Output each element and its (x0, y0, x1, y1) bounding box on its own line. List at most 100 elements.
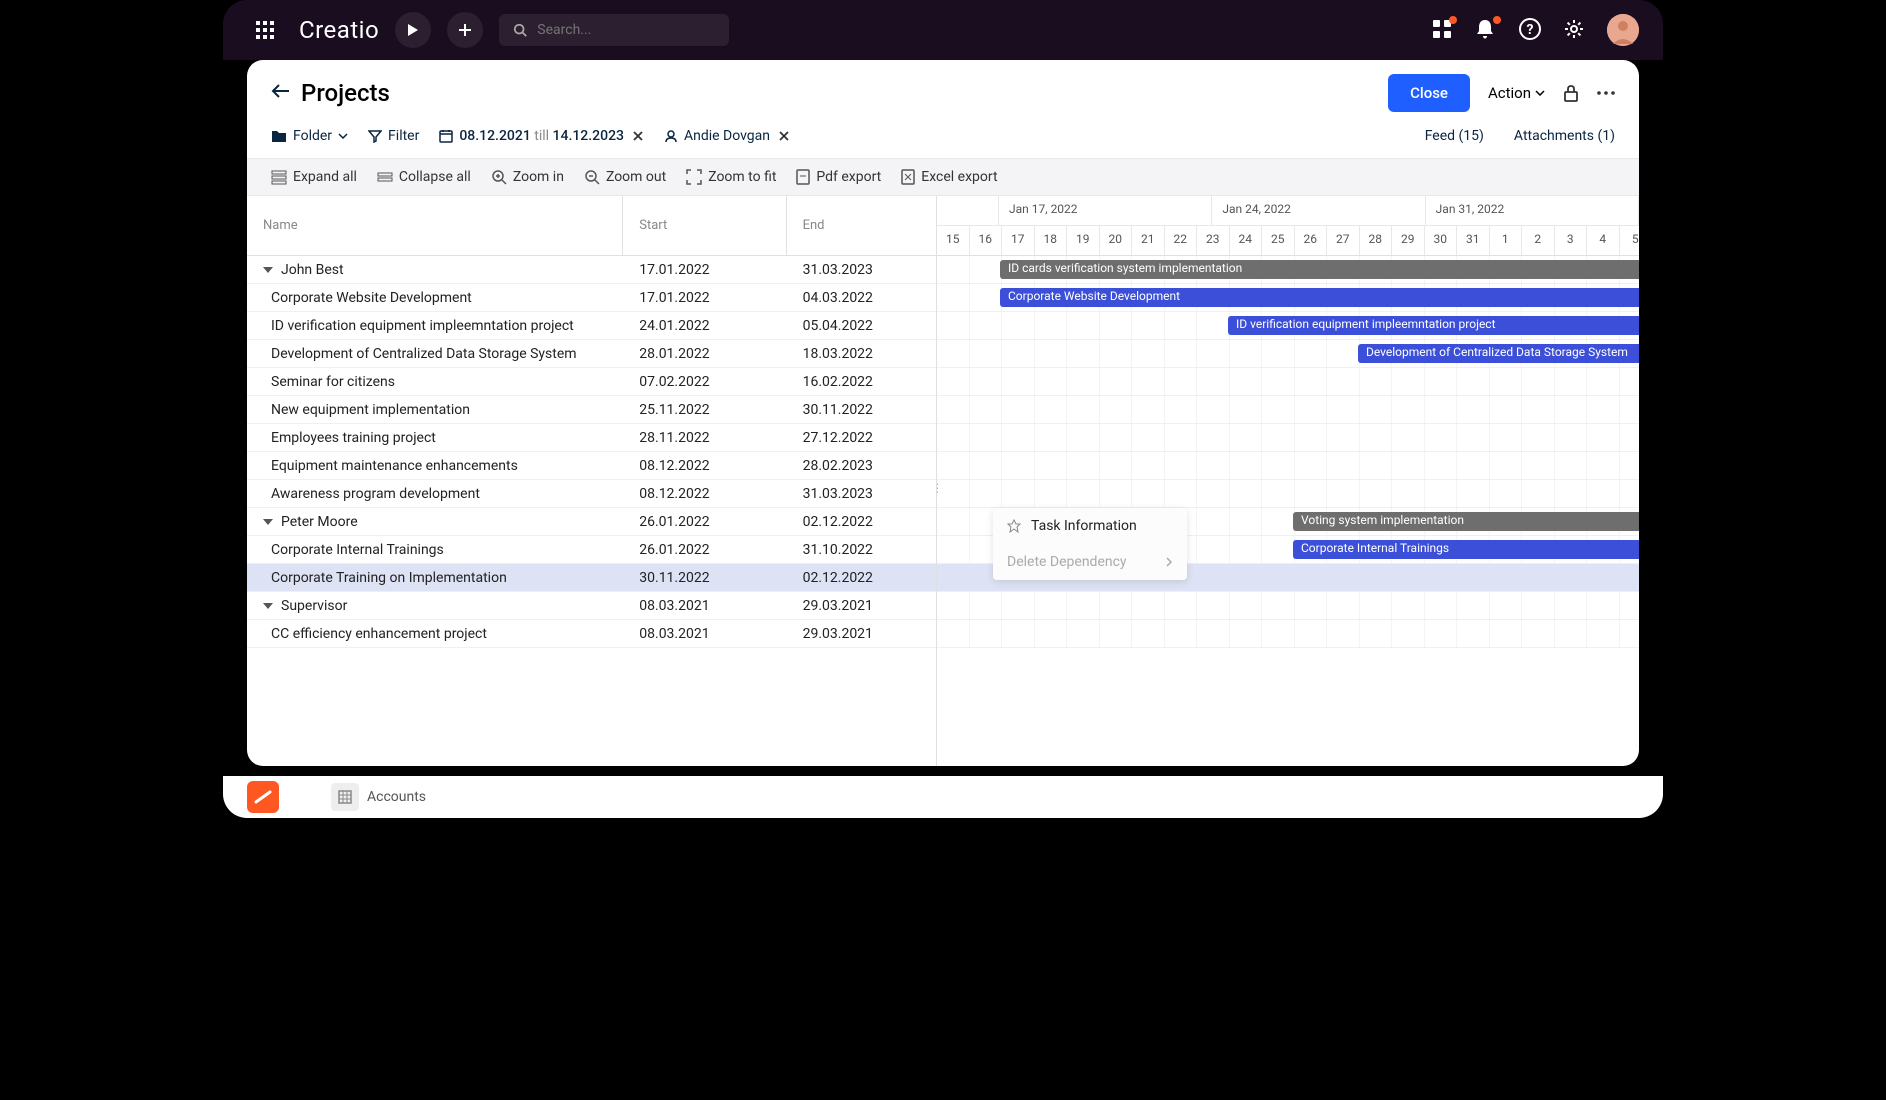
search-input[interactable] (499, 14, 729, 46)
table-row[interactable]: New equipment implementation25.11.202230… (247, 396, 936, 424)
owner-filter-chip[interactable]: Andie Dovgan (664, 128, 790, 144)
table-row[interactable]: Corporate Website Development17.01.20220… (247, 284, 936, 312)
table-row[interactable]: Corporate Training on Implementation30.1… (247, 564, 936, 592)
table-row[interactable]: Seminar for citizens07.02.202216.02.2022 (247, 368, 936, 396)
row-start: 17.01.2022 (623, 262, 786, 278)
play-button[interactable] (395, 12, 431, 48)
row-end: 16.02.2022 (787, 374, 936, 390)
help-icon[interactable]: ? (1519, 18, 1543, 42)
day-header: 24 (1230, 226, 1263, 256)
chevron-down-icon[interactable] (263, 267, 273, 273)
row-start: 08.12.2022 (623, 486, 786, 502)
back-arrow-icon[interactable] (271, 83, 291, 103)
table-row[interactable]: Peter Moore26.01.202202.12.2022 (247, 508, 936, 536)
date-filter-chip[interactable]: 08.12.2021 till 14.12.2023 (439, 128, 644, 144)
attachments-link[interactable]: Attachments (1) (1514, 128, 1615, 144)
table-row[interactable]: Corporate Internal Trainings26.01.202231… (247, 536, 936, 564)
day-header: 27 (1327, 226, 1360, 256)
pdf-export-button[interactable]: Pdf export (796, 169, 881, 185)
gantt-row: ID cards verification system implementat… (937, 256, 1639, 284)
action-dropdown[interactable]: Action (1488, 84, 1545, 102)
chevron-down-icon[interactable] (263, 603, 273, 609)
gantt-bar[interactable]: Corporate Internal Trainings (1293, 540, 1639, 559)
home-dock-icon[interactable] (247, 781, 279, 813)
table-row[interactable]: Employees training project28.11.202227.1… (247, 424, 936, 452)
lock-icon[interactable] (1563, 84, 1579, 102)
user-avatar[interactable] (1607, 14, 1639, 46)
more-icon[interactable] (1597, 91, 1615, 95)
table-row[interactable]: Awareness program development08.12.20223… (247, 480, 936, 508)
notifications-icon[interactable] (1475, 18, 1499, 42)
gantt-row (937, 452, 1639, 480)
day-header: 23 (1197, 226, 1230, 256)
expand-all-button[interactable]: Expand all (271, 169, 357, 185)
row-start: 28.01.2022 (623, 346, 786, 362)
table-row[interactable]: CC efficiency enhancement project08.03.2… (247, 620, 936, 648)
gantt-row: Development of Centralized Data Storage … (937, 340, 1639, 368)
row-name: Employees training project (271, 430, 436, 446)
logo: Creatio (299, 16, 379, 44)
clear-date-filter-icon[interactable] (632, 130, 644, 142)
row-name: Awareness program development (271, 486, 480, 502)
table-row[interactable]: ID verification equipment impleemntation… (247, 312, 936, 340)
gantt-bar[interactable]: ID verification equipment impleemntation… (1228, 316, 1639, 335)
chevron-down-icon[interactable] (263, 519, 273, 525)
table-row[interactable]: Development of Centralized Data Storage … (247, 340, 936, 368)
day-header: 30 (1425, 226, 1458, 256)
app-launcher-icon[interactable] (247, 12, 283, 48)
row-name: ID verification equipment impleemntation… (271, 318, 574, 334)
column-header-start: Start (623, 196, 786, 255)
gantt-bar[interactable]: ID cards verification system implementat… (1000, 260, 1639, 279)
gantt-bar[interactable]: Voting system implementation (1293, 512, 1639, 531)
row-start: 07.02.2022 (623, 374, 786, 390)
row-name: Supervisor (281, 598, 347, 614)
accounts-dock-icon (331, 783, 359, 811)
week-header: Jan 24, 2022 (1212, 196, 1425, 226)
gantt-bar[interactable]: Corporate Website Development (1000, 288, 1639, 307)
row-name: New equipment implementation (271, 402, 470, 418)
day-header: 15 (937, 226, 970, 256)
gantt-bar[interactable]: Development of Centralized Data Storage … (1358, 344, 1639, 363)
zoom-in-button[interactable]: Zoom in (491, 169, 564, 185)
clear-owner-filter-icon[interactable] (778, 130, 790, 142)
table-row[interactable]: John Best17.01.202231.03.2023 (247, 256, 936, 284)
row-start: 28.11.2022 (623, 430, 786, 446)
day-header: 18 (1035, 226, 1068, 256)
filter-button[interactable]: Filter (368, 128, 419, 144)
day-header: 22 (1165, 226, 1198, 256)
column-header-end: End (787, 196, 936, 255)
row-end: 29.03.2021 (787, 626, 936, 642)
row-start: 30.11.2022 (623, 570, 786, 586)
table-row[interactable]: Supervisor08.03.202129.03.2021 (247, 592, 936, 620)
settings-icon[interactable] (1563, 18, 1587, 42)
table-row[interactable]: Equipment maintenance enhancements08.12.… (247, 452, 936, 480)
day-header: 4 (1587, 226, 1620, 256)
day-header: 16 (970, 226, 1003, 256)
gantt-row (937, 396, 1639, 424)
row-name: Corporate Website Development (271, 290, 472, 306)
task-information-menuitem[interactable]: Task Information (993, 508, 1187, 544)
column-header-name: Name (247, 196, 623, 255)
delete-dependency-menuitem: Delete Dependency (993, 544, 1187, 580)
close-button[interactable]: Close (1388, 74, 1470, 112)
collapse-all-button[interactable]: Collapse all (377, 169, 471, 185)
row-end: 18.03.2022 (787, 346, 936, 362)
day-header: 21 (1132, 226, 1165, 256)
marketplace-icon[interactable] (1431, 18, 1455, 42)
excel-export-button[interactable]: Excel export (901, 169, 997, 185)
week-header: Jan 31, 2022 (1426, 196, 1639, 226)
page-title: Projects (301, 79, 390, 107)
row-start: 26.01.2022 (623, 514, 786, 530)
folder-filter[interactable]: Folder (271, 128, 348, 144)
zoom-to-fit-button[interactable]: Zoom to fit (686, 169, 776, 185)
row-name: Development of Centralized Data Storage … (271, 346, 577, 362)
context-menu: Task Information Delete Dependency (993, 508, 1187, 580)
feed-link[interactable]: Feed (15) (1425, 128, 1484, 144)
row-start: 24.01.2022 (623, 318, 786, 334)
row-end: 29.03.2021 (787, 598, 936, 614)
day-header: 20 (1100, 226, 1133, 256)
accounts-dock-item[interactable]: Accounts (323, 779, 434, 815)
zoom-out-button[interactable]: Zoom out (584, 169, 666, 185)
day-header: 29 (1392, 226, 1425, 256)
add-button[interactable] (447, 12, 483, 48)
